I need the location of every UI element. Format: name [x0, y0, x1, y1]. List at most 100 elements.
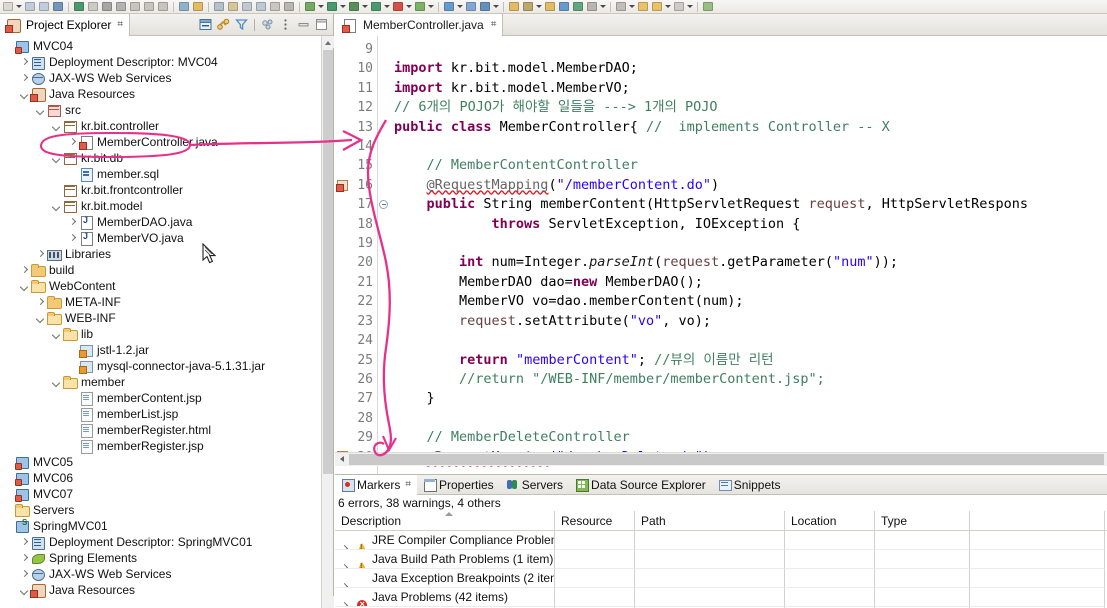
project-explorer-toolbar[interactable]	[198, 17, 333, 32]
save-icon[interactable]	[23, 0, 37, 13]
tree-item-member-sql[interactable]: member.sql	[0, 166, 333, 182]
code-line[interactable]	[394, 409, 1107, 428]
tree-item-memberregister-html[interactable]: memberRegister.html	[0, 422, 333, 438]
code-area[interactable]: 9 10 11 12 13 14 15 16 17 18 19 20 21 22 23 24 25 26 27 28 2…	[335, 36, 1107, 474]
chevron-down-icon[interactable]	[19, 278, 30, 294]
markers-table[interactable]: Description Resource Path Location Type JRE …	[335, 511, 1107, 608]
chevron-right-icon[interactable]	[19, 566, 30, 582]
quickfix-marker-icon[interactable]	[336, 179, 348, 192]
table-row[interactable]: Java Exception Breakpoints (2 items)	[335, 569, 1107, 588]
markers-table-body[interactable]: JRE Compiler Compliance Problem (1 Java B…	[335, 531, 1107, 608]
new-java-class-icon[interactable]	[521, 0, 535, 13]
code-line[interactable]: // MemberContentController	[394, 156, 1107, 175]
tree-item-webcontent[interactable]: WebContent	[0, 278, 333, 294]
collapse-all-icon[interactable]	[198, 17, 213, 32]
tree-item-java-resources[interactable]: Java Resources	[0, 582, 333, 598]
pause-icon[interactable]	[86, 0, 100, 13]
forward-navigation-icon[interactable]	[650, 0, 664, 13]
chevron-down-icon[interactable]	[405, 0, 413, 13]
validate-icon[interactable]	[464, 0, 478, 13]
code-line[interactable]	[394, 234, 1107, 253]
editor-horizontal-scrollbar[interactable]	[335, 452, 1107, 466]
previous-annotation-icon[interactable]	[254, 0, 268, 13]
save-all-icon[interactable]	[37, 0, 51, 13]
chevron-down-icon[interactable]	[51, 198, 62, 214]
scroll-down-arrow[interactable]	[322, 596, 334, 608]
tree-item-memberregister-jsp[interactable]: memberRegister.jsp	[0, 438, 333, 454]
tree-item-member[interactable]: member	[0, 374, 333, 390]
tree-item-jax-ws-web-services[interactable]: JAX-WS Web Services	[0, 70, 333, 86]
tree-item-memberdao-java[interactable]: MemberDAO.java	[0, 214, 333, 230]
globe-icon[interactable]	[557, 0, 571, 13]
search-declaration-icon[interactable]	[585, 0, 599, 13]
code-line[interactable]	[394, 137, 1107, 156]
code-line[interactable]: }	[394, 389, 1107, 408]
code-line[interactable]: public class MemberController{ // implem…	[394, 118, 1107, 137]
marker-gutter[interactable]	[335, 36, 349, 474]
marker-description-cell[interactable]: Java Exception Breakpoints (2 items)	[335, 569, 555, 588]
new-editor-icon[interactable]	[701, 0, 715, 13]
tree-item-mvc05[interactable]: MVC05	[0, 454, 333, 470]
chevron-down-icon[interactable]	[35, 310, 46, 326]
column-header-blank[interactable]	[970, 511, 1105, 531]
open-task-icon[interactable]	[226, 0, 240, 13]
tree-item-build[interactable]: build	[0, 262, 333, 278]
column-header-location[interactable]: Location	[785, 511, 875, 531]
terminate-icon[interactable]	[100, 0, 114, 13]
skip-breakpoints-icon[interactable]	[177, 0, 191, 13]
code-line[interactable]: MemberVO vo=dao.memberContent(num);	[394, 292, 1107, 311]
back-navigation-icon[interactable]	[636, 0, 650, 13]
chevron-down-icon[interactable]	[51, 374, 62, 390]
chevron-down-icon[interactable]	[456, 0, 464, 13]
chevron-down-icon[interactable]	[664, 0, 672, 13]
code-line[interactable]: //return "/WEB-INF/member/memberContent.…	[394, 370, 1107, 389]
tree-item-deployment-descriptor-mvc04[interactable]: Deployment Descriptor: MVC04	[0, 54, 333, 70]
tab-properties[interactable]: Properties	[417, 475, 500, 495]
tree-item-jstl-1-2-jar[interactable]: jstl-1.2.jar	[0, 342, 333, 358]
toggle-mark-occurrences-icon[interactable]	[212, 0, 226, 13]
tab-snippets[interactable]: Snippets	[712, 475, 787, 495]
search-icon[interactable]	[51, 0, 65, 13]
tree-item-kr-bit-frontcontroller[interactable]: kr.bit.frontcontroller	[0, 182, 333, 198]
close-icon[interactable]: ⌗	[117, 19, 123, 30]
tree-item-spring-elements[interactable]: Spring Elements	[0, 550, 333, 566]
stop-server-icon[interactable]	[391, 0, 405, 13]
view-menu-icon[interactable]	[260, 17, 275, 32]
tree-item-mvc04[interactable]: MVC04	[0, 38, 333, 54]
close-icon[interactable]: ⌗	[405, 479, 411, 490]
breakpoint-filter-icon[interactable]	[191, 0, 205, 13]
chevron-down-icon[interactable]	[535, 0, 543, 13]
tab-data-source-explorer[interactable]: Data Source Explorer	[569, 475, 712, 495]
step-over-icon[interactable]	[128, 0, 142, 13]
step-into-icon[interactable]	[156, 0, 170, 13]
tree-item-membercontroller-java[interactable]: MemberController.java	[0, 134, 333, 150]
tree-item-lib[interactable]: lib	[0, 326, 333, 342]
chevron-down-icon[interactable]	[686, 0, 694, 13]
code-line[interactable]: int num=Integer.parseInt(request.getPara…	[394, 253, 1107, 272]
chevron-right-icon[interactable]	[35, 246, 46, 262]
tree-item-web-inf[interactable]: WEB-INF	[0, 310, 333, 326]
tree-item-java-resources[interactable]: Java Resources	[0, 86, 333, 102]
profile-icon[interactable]	[413, 0, 427, 13]
tree-item-mvc07[interactable]: MVC07	[0, 486, 333, 502]
column-header-resource[interactable]: Resource	[555, 511, 635, 531]
main-toolbar[interactable]	[0, 0, 1107, 14]
chevron-right-icon[interactable]	[67, 230, 78, 246]
chevron-right-icon[interactable]	[67, 214, 78, 230]
view-filter-icon[interactable]	[234, 17, 249, 32]
fold-collapse-icon[interactable]	[379, 200, 388, 210]
chevron-right-icon[interactable]	[67, 134, 78, 150]
code-line[interactable]: import kr.bit.model.MemberDAO;	[394, 59, 1107, 78]
open-folder-icon[interactable]	[507, 0, 521, 13]
code-line[interactable]: request.setAttribute("vo", vo);	[394, 312, 1107, 331]
chevron-down-icon[interactable]	[383, 0, 391, 13]
debug-as-icon[interactable]	[347, 0, 361, 13]
more-options-icon[interactable]	[278, 17, 293, 32]
scroll-up-arrow[interactable]	[322, 36, 334, 48]
chevron-down-icon[interactable]	[599, 0, 607, 13]
chevron-down-icon[interactable]	[51, 150, 62, 166]
source-code-text[interactable]: import kr.bit.model.MemberDAO; import kr.…	[390, 36, 1107, 474]
tree-item-deployment-descriptor-springmvc01[interactable]: Deployment Descriptor: SpringMVC01	[0, 534, 333, 550]
run-server-icon[interactable]	[369, 0, 383, 13]
code-line[interactable]: // MemberDeleteController	[394, 428, 1107, 447]
